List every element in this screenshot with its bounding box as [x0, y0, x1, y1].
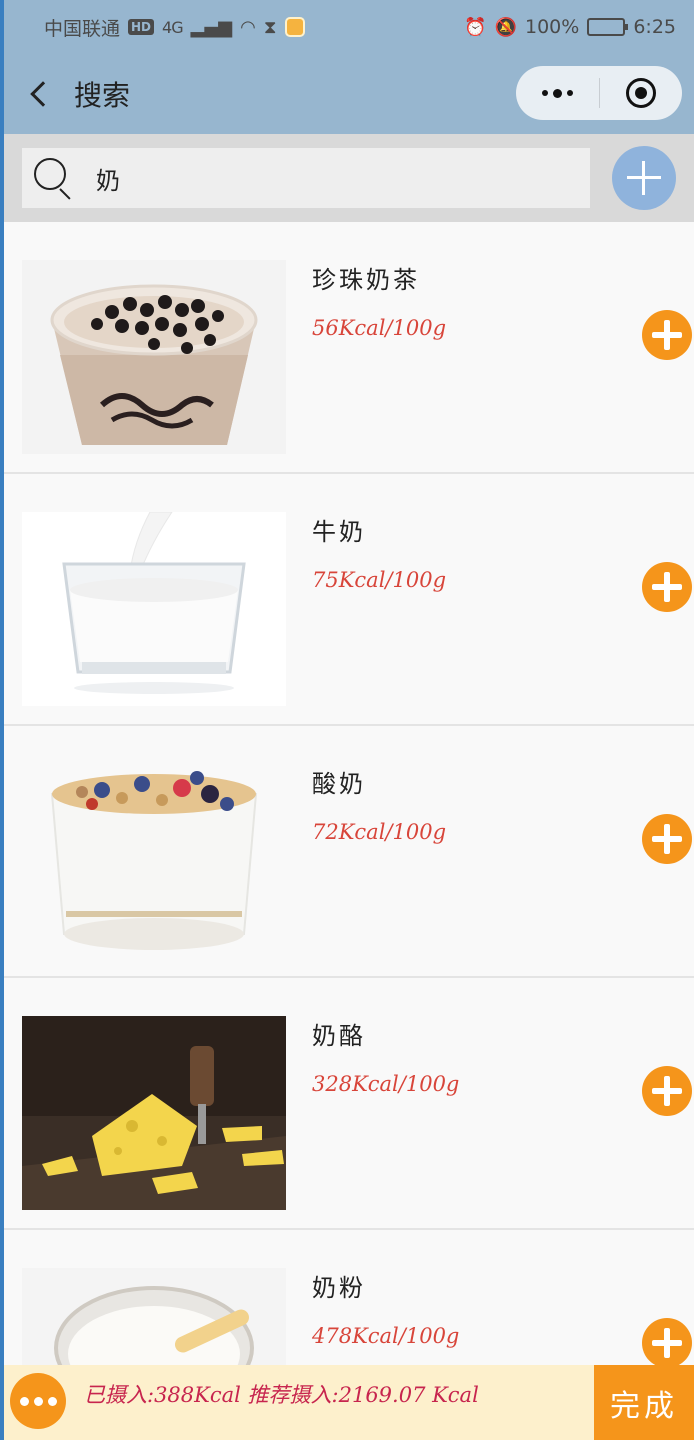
chevron-left-icon	[30, 81, 56, 107]
battery-icon	[587, 18, 629, 36]
plus-icon	[652, 1076, 682, 1106]
close-mini-program-button[interactable]	[600, 66, 683, 120]
food-item[interactable]: 牛奶 75Kcal/100g	[4, 474, 694, 726]
done-button[interactable]: 完成	[594, 1365, 694, 1440]
wifi-icon: ◠	[240, 16, 256, 38]
search-box[interactable]	[22, 148, 590, 208]
food-kcal: 72Kcal/100g	[312, 820, 447, 844]
menu-button[interactable]	[10, 1373, 66, 1429]
plus-icon	[652, 320, 682, 350]
clock: 6:25	[633, 16, 676, 38]
food-kcal: 478Kcal/100g	[312, 1324, 460, 1348]
hourglass-icon: ⧗	[263, 16, 277, 38]
plus-icon	[627, 161, 661, 195]
food-kcal: 75Kcal/100g	[312, 568, 447, 592]
add-food-button[interactable]	[642, 562, 692, 612]
food-image	[22, 764, 286, 958]
food-name: 奶酪	[312, 1022, 366, 1050]
food-image	[22, 512, 286, 706]
bottom-bar: 已摄入:388Kcal 推荐摄入:2169.07 Kcal 完成	[4, 1365, 694, 1440]
status-left: 中国联通 HD 4G ▂▄▆ ◠ ⧗	[44, 14, 305, 41]
plus-icon	[652, 824, 682, 854]
status-right: ⏰ 🔕 100% 6:25	[464, 16, 676, 38]
back-button[interactable]	[4, 54, 74, 134]
search-input[interactable]	[96, 164, 566, 192]
nav-bar: 搜索	[4, 54, 694, 134]
add-food-button[interactable]	[642, 1066, 692, 1116]
add-custom-food-button[interactable]	[612, 146, 676, 210]
search-area	[4, 134, 694, 222]
food-list: 珍珠奶茶 56Kcal/100g 牛奶 75Kcal/100g 酸奶 72Kca…	[4, 222, 694, 1440]
food-item[interactable]: 奶酪 328Kcal/100g	[4, 978, 694, 1230]
food-name: 珍珠奶茶	[312, 266, 420, 294]
signal-icon: ▂▄▆	[190, 16, 233, 38]
plus-icon	[652, 572, 682, 602]
network-label: 4G	[162, 17, 184, 37]
intake-summary: 已摄入:388Kcal 推荐摄入:2169.07 Kcal	[84, 1383, 479, 1407]
more-dots-icon	[19, 1396, 29, 1406]
carrier-name: 中国联通	[44, 17, 121, 40]
food-item[interactable]: 珍珠奶茶 56Kcal/100g	[4, 222, 694, 474]
plus-icon	[652, 1328, 682, 1358]
bell-muted-icon: 🔕	[494, 16, 517, 38]
app-notification-icon	[284, 17, 305, 37]
target-icon	[625, 78, 656, 108]
food-kcal: 328Kcal/100g	[312, 1072, 460, 1096]
add-food-button[interactable]	[642, 1318, 692, 1368]
search-icon	[32, 156, 76, 200]
food-name: 奶粉	[312, 1274, 366, 1302]
food-name: 牛奶	[312, 518, 366, 546]
hd-badge: HD	[128, 19, 155, 35]
food-kcal: 56Kcal/100g	[312, 316, 447, 340]
status-bar: 中国联通 HD 4G ▂▄▆ ◠ ⧗ ⏰ 🔕 100% 6:25	[4, 0, 694, 54]
mini-program-capsule	[516, 66, 682, 120]
more-dots-icon	[541, 88, 573, 98]
more-button[interactable]	[516, 66, 599, 120]
add-food-button[interactable]	[642, 814, 692, 864]
food-name: 酸奶	[312, 770, 366, 798]
food-item[interactable]: 酸奶 72Kcal/100g	[4, 726, 694, 978]
food-image	[22, 260, 286, 454]
battery-percent: 100%	[525, 16, 580, 38]
food-image	[22, 1016, 286, 1210]
page-title: 搜索	[74, 79, 131, 112]
add-food-button[interactable]	[642, 310, 692, 360]
alarm-icon: ⏰	[464, 16, 487, 38]
